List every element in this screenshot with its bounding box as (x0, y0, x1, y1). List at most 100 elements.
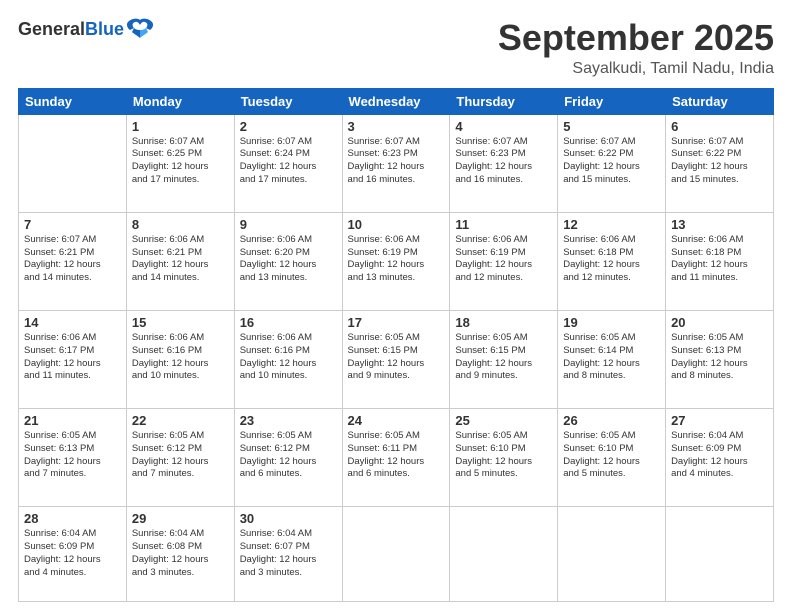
day-number: 16 (240, 315, 337, 330)
table-row: 21 Sunrise: 6:05 AM Sunset: 6:13 PM Dayli… (19, 409, 127, 507)
table-row: 1 Sunrise: 6:07 AM Sunset: 6:25 PM Daylig… (126, 114, 234, 212)
calendar-table: Sunday Monday Tuesday Wednesday Thursday… (18, 88, 774, 602)
table-row: 23Sunrise: 6:05 AM Sunset: 6:12 PM Dayli… (234, 409, 342, 507)
day-info: Sunrise: 6:04 AM Sunset: 6:09 PM Dayligh… (671, 430, 768, 481)
table-row: 5 Sunrise: 6:07 AM Sunset: 6:22 PM Daylig… (558, 114, 666, 212)
header-monday: Monday (126, 88, 234, 114)
day-info: Sunrise: 6:07 AM Sunset: 6:22 PM Dayligh… (563, 136, 660, 187)
day-info: Sunrise: 6:05 AM Sunset: 6:13 PM Dayligh… (24, 430, 121, 481)
header-wednesday: Wednesday (342, 88, 450, 114)
day-number: 9 (240, 217, 337, 232)
table-row: 26 Sunrise: 6:05 AM Sunset: 6:10 PM Dayli… (558, 409, 666, 507)
day-info: Sunrise: 6:06 AM Sunset: 6:19 PM Dayligh… (455, 234, 552, 285)
table-row: 29 Sunrise: 6:04 AM Sunset: 6:08 PM Dayli… (126, 507, 234, 602)
month-title: September 2025 (498, 18, 774, 58)
day-info: Sunrise: 6:06 AM Sunset: 6:18 PM Dayligh… (563, 234, 660, 285)
table-row: 19 Sunrise: 6:05 AM Sunset: 6:14 PM Dayli… (558, 310, 666, 408)
table-row: 13 Sunrise: 6:06 AM Sunset: 6:18 PM Dayli… (666, 212, 774, 310)
day-info: Sunrise: 6:05 AM Sunset: 6:14 PM Dayligh… (563, 332, 660, 383)
day-info: Sunrise: 6:06 AM Sunset: 6:18 PM Dayligh… (671, 234, 768, 285)
day-info: Sunrise: 6:05 AM Sunset: 6:11 PM Dayligh… (348, 430, 445, 481)
header-tuesday: Tuesday (234, 88, 342, 114)
day-number: 12 (563, 217, 660, 232)
day-info: Sunrise: 6:05 AM Sunset: 6:12 PM Dayligh… (132, 430, 229, 481)
day-info: Sunrise: 6:07 AM Sunset: 6:22 PM Dayligh… (671, 136, 768, 187)
day-number: 15 (132, 315, 229, 330)
table-row (450, 507, 558, 602)
table-row: 3 Sunrise: 6:07 AM Sunset: 6:23 PM Daylig… (342, 114, 450, 212)
day-number: 5 (563, 119, 660, 134)
table-row: 15 Sunrise: 6:06 AM Sunset: 6:16 PM Dayli… (126, 310, 234, 408)
day-info: Sunrise: 6:07 AM Sunset: 6:24 PM Dayligh… (240, 136, 337, 187)
day-number: 4 (455, 119, 552, 134)
table-row: 16 Sunrise: 6:06 AM Sunset: 6:16 PM Dayli… (234, 310, 342, 408)
table-row: 6Sunrise: 6:07 AM Sunset: 6:22 PM Daylig… (666, 114, 774, 212)
calendar-week-row: 1 Sunrise: 6:07 AM Sunset: 6:25 PM Daylig… (19, 114, 774, 212)
day-number: 28 (24, 511, 121, 526)
day-info: Sunrise: 6:05 AM Sunset: 6:15 PM Dayligh… (348, 332, 445, 383)
day-info: Sunrise: 6:06 AM Sunset: 6:21 PM Dayligh… (132, 234, 229, 285)
logo-bird-icon (126, 18, 154, 40)
table-row: 24 Sunrise: 6:05 AM Sunset: 6:11 PM Dayli… (342, 409, 450, 507)
table-row: 20 Sunrise: 6:05 AM Sunset: 6:13 PM Dayli… (666, 310, 774, 408)
table-row: 11 Sunrise: 6:06 AM Sunset: 6:19 PM Dayli… (450, 212, 558, 310)
day-number: 13 (671, 217, 768, 232)
header: GeneralBlue September 2025 Sayalkudi, Ta… (18, 18, 774, 78)
day-info: Sunrise: 6:05 AM Sunset: 6:15 PM Dayligh… (455, 332, 552, 383)
day-info: Sunrise: 6:07 AM Sunset: 6:25 PM Dayligh… (132, 136, 229, 187)
title-block: September 2025 Sayalkudi, Tamil Nadu, In… (498, 18, 774, 78)
header-sunday: Sunday (19, 88, 127, 114)
day-number: 22 (132, 413, 229, 428)
header-saturday: Saturday (666, 88, 774, 114)
day-info: Sunrise: 6:07 AM Sunset: 6:23 PM Dayligh… (348, 136, 445, 187)
calendar-week-row: 7Sunrise: 6:07 AM Sunset: 6:21 PM Daylig… (19, 212, 774, 310)
day-number: 8 (132, 217, 229, 232)
day-info: Sunrise: 6:04 AM Sunset: 6:08 PM Dayligh… (132, 528, 229, 579)
table-row: 25 Sunrise: 6:05 AM Sunset: 6:10 PM Dayli… (450, 409, 558, 507)
day-number: 18 (455, 315, 552, 330)
day-info: Sunrise: 6:06 AM Sunset: 6:17 PM Dayligh… (24, 332, 121, 383)
day-info: Sunrise: 6:04 AM Sunset: 6:07 PM Dayligh… (240, 528, 337, 579)
table-row: 27 Sunrise: 6:04 AM Sunset: 6:09 PM Dayli… (666, 409, 774, 507)
calendar-week-row: 14 Sunrise: 6:06 AM Sunset: 6:17 PM Dayli… (19, 310, 774, 408)
calendar-header-row: Sunday Monday Tuesday Wednesday Thursday… (19, 88, 774, 114)
day-number: 29 (132, 511, 229, 526)
table-row: 28 Sunrise: 6:04 AM Sunset: 6:09 PM Dayli… (19, 507, 127, 602)
day-number: 14 (24, 315, 121, 330)
table-row: 10Sunrise: 6:06 AM Sunset: 6:19 PM Dayli… (342, 212, 450, 310)
day-number: 24 (348, 413, 445, 428)
page: GeneralBlue September 2025 Sayalkudi, Ta… (0, 0, 792, 612)
day-number: 21 (24, 413, 121, 428)
day-info: Sunrise: 6:05 AM Sunset: 6:10 PM Dayligh… (455, 430, 552, 481)
day-info: Sunrise: 6:06 AM Sunset: 6:16 PM Dayligh… (132, 332, 229, 383)
day-info: Sunrise: 6:05 AM Sunset: 6:13 PM Dayligh… (671, 332, 768, 383)
calendar-week-row: 28 Sunrise: 6:04 AM Sunset: 6:09 PM Dayli… (19, 507, 774, 602)
day-info: Sunrise: 6:05 AM Sunset: 6:10 PM Dayligh… (563, 430, 660, 481)
day-info: Sunrise: 6:06 AM Sunset: 6:20 PM Dayligh… (240, 234, 337, 285)
day-number: 1 (132, 119, 229, 134)
day-number: 27 (671, 413, 768, 428)
day-number: 10 (348, 217, 445, 232)
day-number: 3 (348, 119, 445, 134)
day-info: Sunrise: 6:04 AM Sunset: 6:09 PM Dayligh… (24, 528, 121, 579)
table-row: 4Sunrise: 6:07 AM Sunset: 6:23 PM Daylig… (450, 114, 558, 212)
day-number: 26 (563, 413, 660, 428)
day-number: 7 (24, 217, 121, 232)
day-info: Sunrise: 6:06 AM Sunset: 6:16 PM Dayligh… (240, 332, 337, 383)
logo: GeneralBlue (18, 18, 154, 40)
day-number: 25 (455, 413, 552, 428)
day-number: 20 (671, 315, 768, 330)
table-row: 14 Sunrise: 6:06 AM Sunset: 6:17 PM Dayli… (19, 310, 127, 408)
table-row: 8 Sunrise: 6:06 AM Sunset: 6:21 PM Daylig… (126, 212, 234, 310)
table-row: 12 Sunrise: 6:06 AM Sunset: 6:18 PM Dayli… (558, 212, 666, 310)
table-row: 22 Sunrise: 6:05 AM Sunset: 6:12 PM Dayli… (126, 409, 234, 507)
day-number: 23 (240, 413, 337, 428)
day-number: 19 (563, 315, 660, 330)
table-row (19, 114, 127, 212)
location-title: Sayalkudi, Tamil Nadu, India (498, 60, 774, 78)
table-row (342, 507, 450, 602)
table-row: 30Sunrise: 6:04 AM Sunset: 6:07 PM Dayli… (234, 507, 342, 602)
day-number: 2 (240, 119, 337, 134)
table-row: 2 Sunrise: 6:07 AM Sunset: 6:24 PM Daylig… (234, 114, 342, 212)
day-number: 11 (455, 217, 552, 232)
